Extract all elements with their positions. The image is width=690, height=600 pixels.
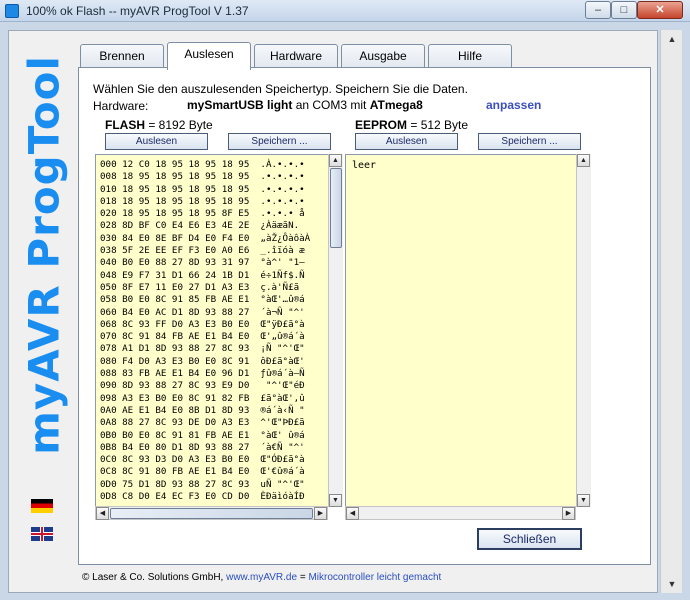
scroll-down-arrow-icon[interactable]: ▼ xyxy=(664,577,680,591)
flash-scroll-left-icon[interactable]: ◀ xyxy=(96,507,109,520)
flash-read-button[interactable]: Auslesen xyxy=(105,133,208,150)
hex-row: 018 18 95 18 95 18 95 18 95 .•.•.•.• xyxy=(100,195,305,207)
hex-row: 070 8C 91 84 FB AE E1 B4 E0 Œ'„û®á´à xyxy=(100,331,305,343)
programmer-name: mySmartUSB light xyxy=(187,98,293,112)
eeprom-view[interactable]: leer xyxy=(345,154,577,507)
hex-row: 068 8C 93 FF D0 A3 E3 B0 E0 Œ"ÿÐ£ã°à xyxy=(100,318,305,330)
eeprom-scroll-left-icon[interactable]: ◀ xyxy=(346,507,359,520)
flash-hscroll-thumb[interactable] xyxy=(110,508,313,519)
eeprom-label: EEPROM xyxy=(355,118,408,132)
hex-row: 038 5F 2E EE EF F3 E0 A0 E6 _.îïóà æ xyxy=(100,245,305,257)
window-scrollbar[interactable]: ▲ ▼ xyxy=(660,30,682,593)
hex-row: 0C0 8C 93 D3 D0 A3 E3 B0 E0 Œ"ÓÐ£ã°à xyxy=(100,454,305,466)
instruction-text: Wählen Sie den auszulesenden Speichertyp… xyxy=(93,82,468,96)
tab-brennen[interactable]: Brennen xyxy=(80,44,164,68)
hex-row: 008 18 95 18 95 18 95 18 95 .•.•.•.• xyxy=(100,171,305,183)
flash-size: = 8192 Byte xyxy=(145,118,213,132)
flash-scroll-thumb[interactable] xyxy=(330,168,342,248)
hex-row: 0D0 75 D1 8D 93 88 27 8C 93 uÑ "^'Œ" xyxy=(100,478,305,490)
hex-row: 040 B0 E0 88 27 8D 93 31 97 °à^' "1— xyxy=(100,257,305,269)
eeprom-scroll-up-icon[interactable]: ▲ xyxy=(577,154,590,167)
eeprom-vertical-scrollbar[interactable]: ▲ ▼ xyxy=(576,154,591,507)
hex-row: 010 18 95 18 95 18 95 18 95 .•.•.•.• xyxy=(100,183,305,195)
hex-row: 0C8 8C 91 80 FB AE E1 B4 E0 Œ'€û®á´à xyxy=(100,466,305,478)
hex-row: 048 E9 F7 31 D1 66 24 1B D1 é÷1Ñf$.Ñ xyxy=(100,269,305,281)
hex-row: 020 18 95 18 95 18 95 8F E5 .•.•.• å xyxy=(100,208,305,220)
footer-separator: = xyxy=(297,572,309,583)
eeprom-read-button[interactable]: Auslesen xyxy=(355,133,458,150)
hardware-connector-text: an COM3 mit xyxy=(292,98,370,112)
flash-hex-view[interactable]: 000 12 C0 18 95 18 95 18 95 .À.•.•.• 008 … xyxy=(95,154,330,507)
maximize-button[interactable]: □ xyxy=(611,1,637,19)
title-bar: 100% ok Flash -- myAVR ProgTool V 1.37 –… xyxy=(0,0,690,22)
hardware-label: Hardware: xyxy=(93,99,149,113)
eeprom-scroll-right-icon[interactable]: ▶ xyxy=(562,507,575,520)
hex-row: 060 B4 E0 AC D1 8D 93 88 27 ´à¬Ñ "^' xyxy=(100,306,305,318)
flash-horizontal-scrollbar[interactable]: ◀ ▶ xyxy=(95,506,328,520)
eeprom-content: leer xyxy=(352,160,377,171)
hex-row: 098 A3 E3 B0 E0 8C 91 82 FB £ã°àŒ',û xyxy=(100,392,305,404)
flash-hex-list: 000 12 C0 18 95 18 95 18 95 .À.•.•.• 008 … xyxy=(100,159,310,503)
eeprom-title: EEPROM = 512 Byte xyxy=(355,118,468,132)
english-flag-icon[interactable] xyxy=(31,527,53,541)
tab-hardware[interactable]: Hardware xyxy=(254,44,338,68)
flash-label: FLASH xyxy=(105,118,145,132)
flash-scroll-up-icon[interactable]: ▲ xyxy=(329,154,342,167)
hex-row: 0A8 88 27 8C 93 DE D0 A3 E3 ^'Œ"ÞÐ£ã xyxy=(100,417,305,429)
flash-title: FLASH = 8192 Byte xyxy=(105,118,213,132)
footer: © Laser & Co. Solutions GmbH, www.myAVR.… xyxy=(82,572,441,583)
tab-hilfe[interactable]: Hilfe xyxy=(428,44,512,68)
hex-row: 050 8F E7 11 E0 27 D1 A3 E3 ç.à'Ñ£ã xyxy=(100,281,300,293)
tagline-text: Mikrocontroller leicht gemacht xyxy=(308,572,442,583)
flash-vertical-scrollbar[interactable]: ▲ ▼ xyxy=(328,154,343,507)
german-flag-icon[interactable] xyxy=(31,499,53,513)
hex-row: 0D8 C8 D0 E4 EC F3 E0 CD D0 ÈÐäìóàÍÐ xyxy=(100,491,305,503)
hardware-info: mySmartUSB light an COM3 mit ATmega8 xyxy=(187,98,423,112)
brand-logo-text: myAVR ProgTool xyxy=(19,55,69,455)
window-title: 100% ok Flash -- myAVR ProgTool V 1.37 xyxy=(26,4,249,18)
copyright-text: © Laser & Co. Solutions GmbH, xyxy=(82,572,227,583)
hex-row: 090 8D 93 88 27 8C 93 E9 D0 "^'Œ"éÐ xyxy=(100,380,305,392)
eeprom-size: = 512 Byte xyxy=(407,118,469,132)
flash-scroll-down-icon[interactable]: ▼ xyxy=(329,494,342,507)
chip-name: ATmega8 xyxy=(369,98,423,112)
flash-scroll-right-icon[interactable]: ▶ xyxy=(314,507,327,520)
eeprom-horizontal-scrollbar[interactable]: ◀ ▶ xyxy=(345,506,576,520)
app-icon xyxy=(5,4,19,18)
close-window-button[interactable]: ✕ xyxy=(637,1,683,19)
tab-auslesen[interactable]: Auslesen xyxy=(167,42,251,70)
hex-row: 0B8 B4 E0 80 D1 8D 93 88 27 ´à€Ñ "^' xyxy=(100,441,305,453)
hex-row: 0B0 B0 E0 8C 91 81 FB AE E1 °àŒ' û®á xyxy=(100,429,305,441)
scroll-up-arrow-icon[interactable]: ▲ xyxy=(664,32,680,46)
minimize-button[interactable]: – xyxy=(585,1,611,19)
hex-row: 080 F4 D0 A3 E3 B0 E0 8C 91 ôÐ£ã°àŒ' xyxy=(100,355,305,367)
eeprom-scroll-down-icon[interactable]: ▼ xyxy=(577,494,590,507)
hex-row: 058 B0 E0 8C 91 85 FB AE E1 °àŒ'…û®á xyxy=(100,294,305,306)
hex-row: 030 84 E0 8E BF D4 E0 F4 E0 „àŽ¿ÔàôàÀ xyxy=(100,232,311,244)
hex-row: 028 8D BF C0 E4 E6 E3 4E 2E ¿ÀäæãN. xyxy=(100,220,300,232)
flash-save-button[interactable]: Speichern ... xyxy=(228,133,331,150)
website-link[interactable]: www.myAVR.de xyxy=(226,572,297,583)
hex-row: 088 83 FB AE E1 B4 E0 96 D1 ƒû®á´à–Ñ xyxy=(100,368,305,380)
hex-row: 000 12 C0 18 95 18 95 18 95 .À.•.•.• xyxy=(100,159,305,170)
brand-banner: myAVR ProgTool xyxy=(19,40,69,470)
hex-row: 0A0 AE E1 B4 E0 8B D1 8D 93 ®á´à‹Ñ " xyxy=(100,404,305,416)
close-button[interactable]: Schließen xyxy=(477,528,582,550)
hex-row: 078 A1 D1 8D 93 88 27 8C 93 ¡Ñ "^'Œ" xyxy=(100,343,305,355)
eeprom-save-button[interactable]: Speichern ... xyxy=(478,133,581,150)
adjust-hardware-link[interactable]: anpassen xyxy=(486,98,541,112)
tab-ausgabe[interactable]: Ausgabe xyxy=(341,44,425,68)
